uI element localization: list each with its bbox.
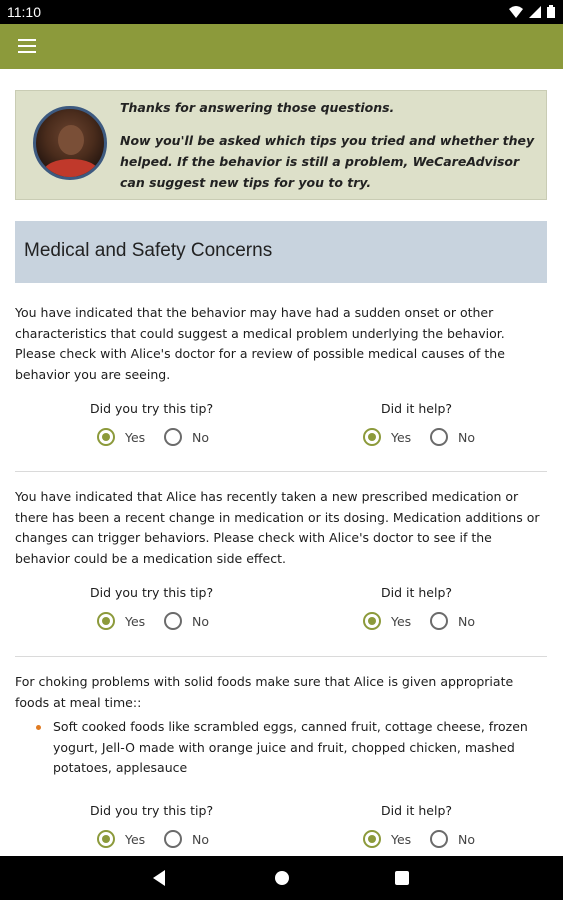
tip-3-tried-no-radio[interactable]: No bbox=[164, 830, 209, 848]
tip-1-helped-question: Did it help? bbox=[381, 401, 453, 416]
wifi-icon bbox=[509, 5, 523, 18]
radio-unselected-icon bbox=[164, 428, 182, 446]
tip-2-tried-question: Did you try this tip? bbox=[90, 585, 214, 600]
option-label: Yes bbox=[125, 613, 146, 629]
tip-2: You have indicated that Alice has recent… bbox=[15, 487, 547, 569]
advisor-avatar bbox=[33, 106, 107, 180]
option-label: Yes bbox=[391, 429, 412, 445]
status-bar: 11:10 bbox=[0, 0, 563, 24]
option-label: No bbox=[458, 831, 475, 847]
tip-1-helped-no-radio[interactable]: No bbox=[430, 428, 475, 446]
radio-selected-icon bbox=[97, 830, 115, 848]
option-label: No bbox=[192, 613, 209, 629]
radio-unselected-icon bbox=[430, 612, 448, 630]
tip-3-helped-question: Did it help? bbox=[381, 803, 453, 818]
tip-2-tried-no-radio[interactable]: No bbox=[164, 612, 209, 630]
tip-3-bullet-item: Soft cooked foods like scrambled eggs, c… bbox=[36, 717, 547, 779]
option-label: Yes bbox=[391, 831, 412, 847]
tip-1-tried-yes-radio[interactable]: Yes bbox=[97, 428, 145, 446]
tip-2-helped-yes-radio[interactable]: Yes bbox=[363, 612, 411, 630]
hamburger-menu-icon[interactable] bbox=[18, 39, 36, 53]
option-label: No bbox=[192, 831, 209, 847]
tip-2-tried-yes-radio[interactable]: Yes bbox=[97, 612, 145, 630]
tip-1-tried-question: Did you try this tip? bbox=[90, 401, 214, 416]
status-icons bbox=[509, 5, 555, 18]
divider bbox=[15, 471, 547, 472]
intro-line-1: Thanks for answering those questions. bbox=[120, 100, 395, 115]
recent-apps-icon[interactable] bbox=[395, 871, 409, 885]
back-icon[interactable] bbox=[153, 870, 165, 886]
status-time: 11:10 bbox=[7, 4, 41, 20]
section-header: Medical and Safety Concerns bbox=[15, 221, 547, 283]
tip-1: You have indicated that the behavior may… bbox=[15, 303, 547, 385]
system-nav-bar bbox=[0, 856, 563, 900]
radio-selected-icon bbox=[363, 830, 381, 848]
app-bar bbox=[0, 24, 563, 69]
radio-selected-icon bbox=[363, 612, 381, 630]
main-content[interactable]: Thanks for answering those questions. No… bbox=[0, 69, 563, 856]
tip-3: For choking problems with solid foods ma… bbox=[15, 672, 547, 779]
tip-3-tried-question: Did you try this tip? bbox=[90, 803, 214, 818]
signal-icon bbox=[529, 5, 541, 18]
tip-2-helped-question: Did it help? bbox=[381, 585, 453, 600]
radio-unselected-icon bbox=[430, 830, 448, 848]
option-label: Yes bbox=[125, 429, 146, 445]
radio-selected-icon bbox=[363, 428, 381, 446]
tip-3-text: For choking problems with solid foods ma… bbox=[15, 672, 547, 779]
battery-icon bbox=[547, 5, 555, 18]
option-label: No bbox=[458, 613, 475, 629]
tip-3-intro: For choking problems with solid foods ma… bbox=[15, 674, 514, 710]
tip-3-helped-no-radio[interactable]: No bbox=[430, 830, 475, 848]
option-label: Yes bbox=[125, 831, 146, 847]
radio-selected-icon bbox=[97, 612, 115, 630]
tip-1-text: You have indicated that the behavior may… bbox=[15, 305, 505, 382]
radio-unselected-icon bbox=[430, 428, 448, 446]
radio-unselected-icon bbox=[164, 830, 182, 848]
section-title: Medical and Safety Concerns bbox=[24, 240, 273, 261]
tip-1-helped-yes-radio[interactable]: Yes bbox=[363, 428, 411, 446]
tip-1-tried-no-radio[interactable]: No bbox=[164, 428, 209, 446]
option-label: No bbox=[458, 429, 475, 445]
divider bbox=[15, 656, 547, 657]
option-label: No bbox=[192, 429, 209, 445]
option-label: Yes bbox=[391, 613, 412, 629]
home-icon[interactable] bbox=[275, 871, 289, 885]
intro-line-2: Now you'll be asked which tips you tried… bbox=[120, 133, 535, 190]
tip-3-bullet-list: Soft cooked foods like scrambled eggs, c… bbox=[15, 717, 547, 779]
intro-message: Thanks for answering those questions. No… bbox=[120, 97, 536, 205]
intro-card: Thanks for answering those questions. No… bbox=[15, 90, 547, 200]
tip-3-tried-yes-radio[interactable]: Yes bbox=[97, 830, 145, 848]
tip-2-helped-no-radio[interactable]: No bbox=[430, 612, 475, 630]
radio-selected-icon bbox=[97, 428, 115, 446]
radio-unselected-icon bbox=[164, 612, 182, 630]
tip-2-text: You have indicated that Alice has recent… bbox=[15, 489, 540, 566]
tip-3-helped-yes-radio[interactable]: Yes bbox=[363, 830, 411, 848]
